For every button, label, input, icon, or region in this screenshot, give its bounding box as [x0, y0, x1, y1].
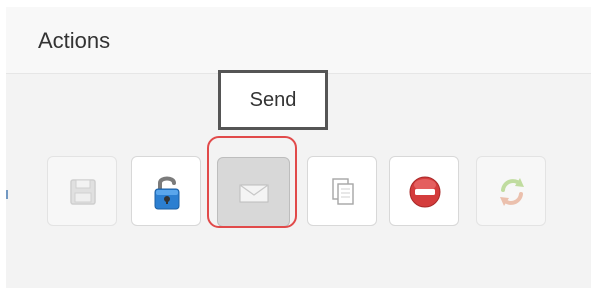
unlock-icon [154, 176, 180, 210]
send-tooltip: Send [218, 70, 328, 130]
send-button[interactable] [217, 157, 290, 227]
left-edge-mark [6, 190, 8, 199]
refresh-icon [500, 178, 524, 206]
save-icon [70, 179, 96, 205]
cancel-button[interactable] [389, 156, 459, 226]
panel-title: Actions [38, 28, 111, 53]
stop-icon [409, 176, 441, 208]
refresh-button[interactable] [476, 156, 546, 226]
unlock-button[interactable] [131, 156, 201, 226]
copy-button[interactable] [307, 156, 377, 226]
panel-header: Actions [6, 7, 591, 74]
envelope-icon [239, 184, 269, 203]
actions-panel: Actions [6, 7, 591, 288]
save-button[interactable] [47, 156, 117, 226]
copy-icon [332, 178, 354, 205]
